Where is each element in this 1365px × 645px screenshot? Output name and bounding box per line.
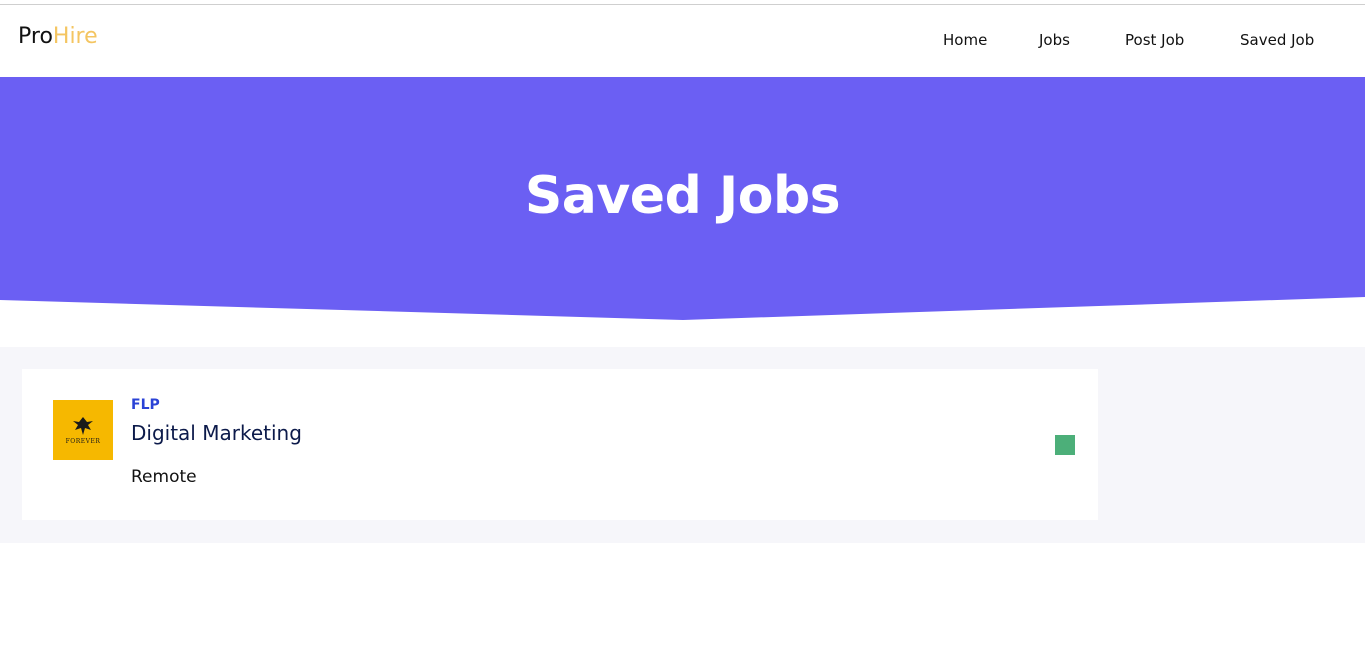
nav-item-saved-job[interactable]: Saved Job — [1240, 30, 1314, 50]
eagle-icon — [73, 417, 93, 435]
job-title[interactable]: Digital Marketing — [131, 420, 302, 446]
saved-jobs-list: FOREVER FLP Digital Marketing Remote — [0, 347, 1365, 543]
page-title: Saved Jobs — [524, 166, 841, 226]
brand-logo-part1: Pro — [18, 24, 53, 49]
nav-item-jobs[interactable]: Jobs — [1039, 30, 1070, 50]
job-card[interactable]: FOREVER FLP Digital Marketing Remote — [22, 369, 1098, 520]
nav-item-post-job[interactable]: Post Job — [1125, 30, 1184, 50]
job-location: Remote — [131, 467, 197, 487]
company-logo: FOREVER — [53, 400, 113, 460]
brand-logo-part2: Hire — [52, 24, 98, 49]
navbar: ProHire Home Jobs Post Job Saved Job — [0, 5, 1365, 77]
company-name[interactable]: FLP — [131, 396, 160, 414]
page-hero: Saved Jobs — [0, 77, 1365, 321]
company-logo-text: FOREVER — [65, 438, 101, 445]
nav-item-home[interactable]: Home — [943, 30, 987, 50]
brand-logo[interactable]: ProHire — [18, 23, 98, 51]
saved-status-indicator[interactable] — [1055, 435, 1075, 455]
